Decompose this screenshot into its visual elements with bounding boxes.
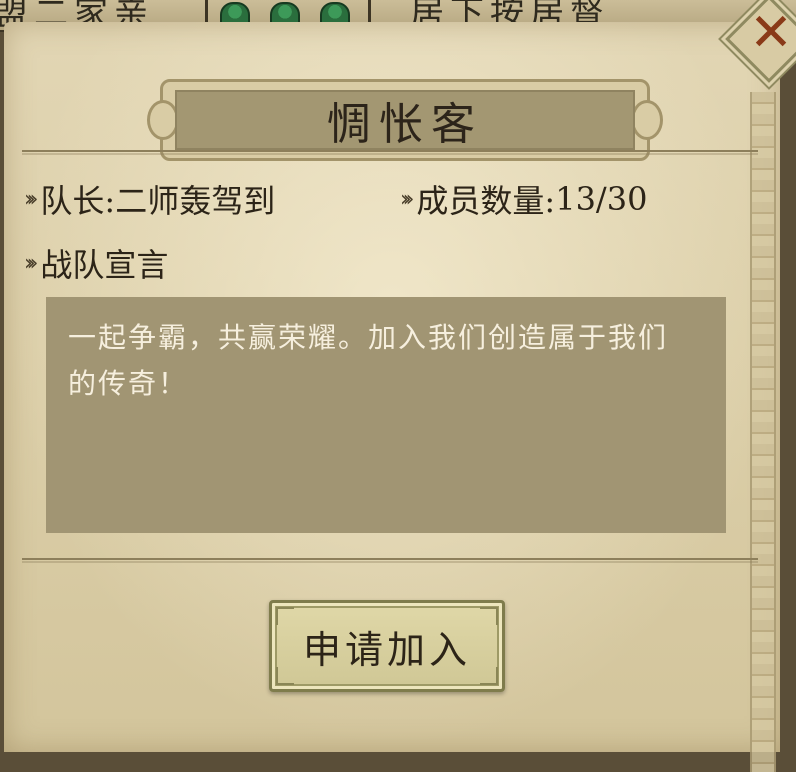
team-name-title: 惆怅客 — [327, 99, 483, 150]
apply-join-label: 申请加入 — [302, 627, 471, 672]
double-chevron-right-icon: ››› — [24, 186, 39, 212]
members-row: ››› 成员数量: 13/30 — [400, 176, 647, 222]
members-count: 13/30 — [555, 180, 648, 218]
double-chevron-right-icon: ››› — [24, 250, 39, 276]
declaration-label: 战队宣言 — [40, 246, 169, 284]
close-button[interactable]: ✕ — [724, 0, 796, 86]
declaration-box: 一起争霸，共赢荣耀。加入我们创造属于我们的传奇！ — [46, 297, 726, 533]
title-banner: 惆怅客 — [147, 79, 663, 161]
double-chevron-right-icon: ››› — [400, 186, 415, 212]
decorative-border — [750, 92, 776, 772]
captain-label: 队长: — [40, 182, 116, 220]
close-icon: ✕ — [749, 3, 793, 63]
scroll-ornament-icon — [631, 100, 663, 140]
divider — [22, 558, 758, 560]
apply-join-button[interactable]: 申请加入 — [269, 600, 505, 692]
team-info-dialog: 惆怅客 ››› 队长: 二师轰驾到 ››› 成员数量: 13/30 ››› 战队… — [4, 22, 780, 772]
title-bar: 惆怅客 — [175, 90, 635, 150]
declaration-text: 一起争霸，共赢荣耀。加入我们创造属于我们的传奇！ — [68, 321, 669, 400]
divider — [22, 150, 758, 152]
members-label: 成员数量: — [416, 182, 556, 220]
captain-row: ››› 队长: 二师轰驾到 — [24, 176, 275, 222]
corner-ornament-icon — [276, 667, 294, 685]
corner-ornament-icon — [480, 667, 498, 685]
corner-ornament-icon — [480, 607, 498, 625]
captain-name: 二师轰驾到 — [115, 182, 276, 220]
declaration-heading-row: ››› 战队宣言 — [24, 240, 168, 286]
corner-ornament-icon — [276, 607, 294, 625]
